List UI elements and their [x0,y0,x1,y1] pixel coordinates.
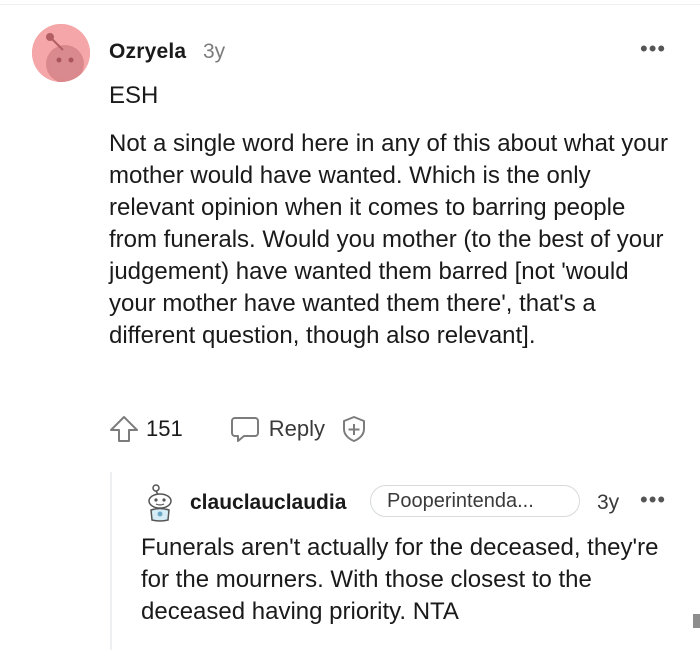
reply-button[interactable]: Reply [229,413,325,445]
add-award-icon[interactable] [339,414,369,444]
reply-author[interactable]: clauclauclaudia [190,491,346,515]
reply-age: 3y [597,491,620,514]
divider [0,4,700,5]
vote-score: 151 [146,416,183,441]
comment-author[interactable]: Ozryela [109,40,186,64]
speech-bubble-icon [229,413,261,445]
more-options-icon[interactable]: ••• [640,489,666,511]
thread-line[interactable] [110,472,112,650]
scrollbar-thumb[interactable] [693,614,700,628]
reply-body: Funerals aren't actually for the decease… [141,534,659,625]
snoo-avatar-icon [148,484,172,522]
upvote-button[interactable]: 151 [108,413,183,445]
more-options-icon[interactable]: ••• [640,38,666,60]
comment-body: Not a single word here in any of this ab… [109,130,668,349]
comment-verdict: ESH [109,82,159,109]
user-flair-badge: Pooperintenda... [370,485,580,517]
snoo-avatar-icon [32,24,90,82]
upvote-arrow-icon[interactable] [108,413,140,445]
comment-age: 3y [203,40,226,63]
reply-avatar[interactable] [141,483,179,523]
comment-thread: Ozryela 3y ••• ESH Not a single word her… [0,0,700,650]
avatar[interactable] [32,24,90,82]
comment-actions: 151 Reply [108,411,369,447]
reply-label: Reply [268,416,325,441]
